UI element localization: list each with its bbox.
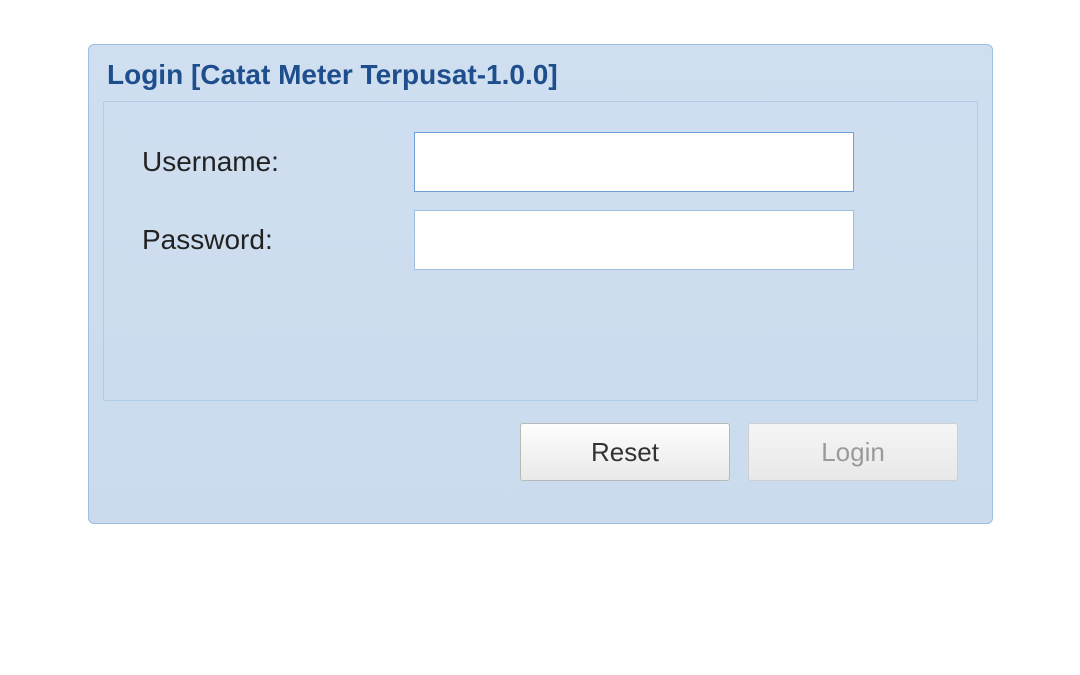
reset-button[interactable]: Reset (520, 423, 730, 481)
username-row: Username: (134, 132, 947, 192)
login-form-area: Username: Password: (103, 101, 978, 401)
password-label: Password: (134, 224, 414, 256)
username-label: Username: (134, 146, 414, 178)
password-row: Password: (134, 210, 947, 270)
button-area: Reset Login (89, 401, 992, 481)
login-button[interactable]: Login (748, 423, 958, 481)
panel-title: Login [Catat Meter Terpusat-1.0.0] (89, 45, 992, 101)
password-input[interactable] (414, 210, 854, 270)
login-panel: Login [Catat Meter Terpusat-1.0.0] Usern… (88, 44, 993, 524)
username-input[interactable] (414, 132, 854, 192)
